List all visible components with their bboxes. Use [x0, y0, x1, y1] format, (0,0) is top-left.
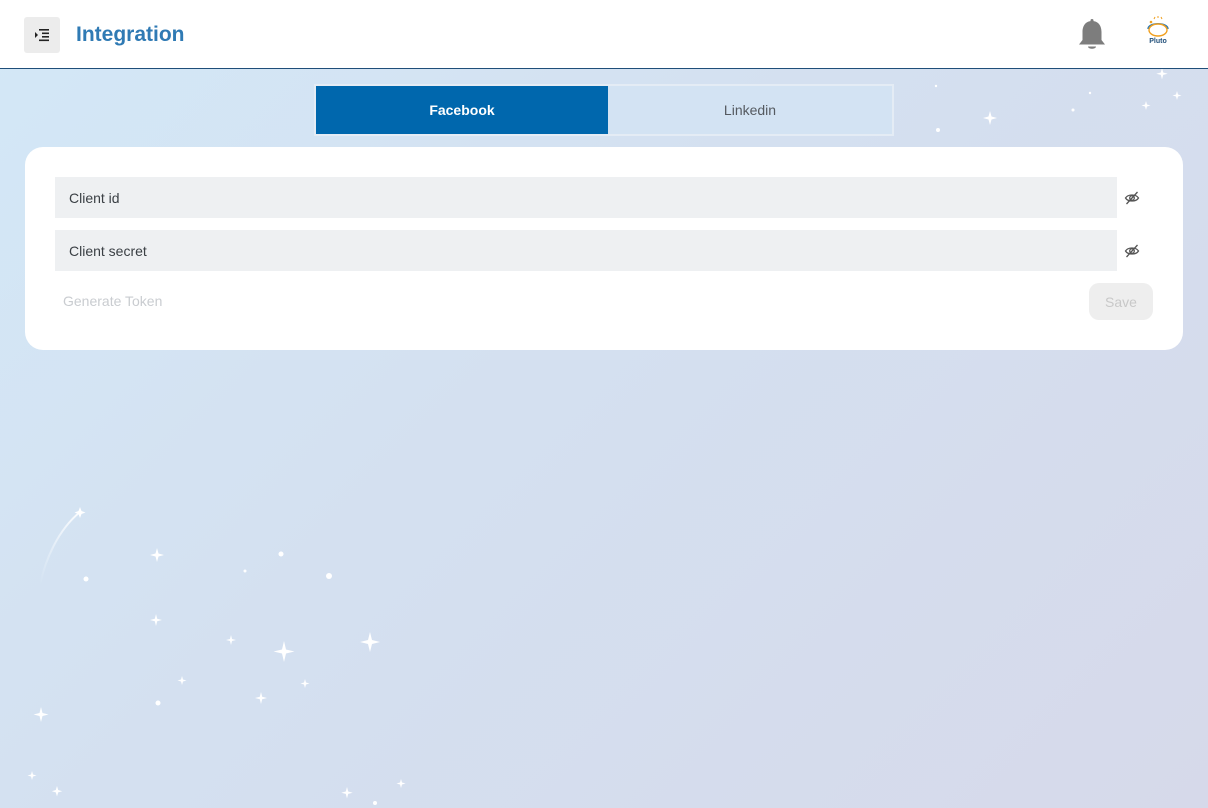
menu-indent-icon: [35, 29, 49, 42]
client-id-input[interactable]: [69, 189, 1117, 206]
integration-tabs: Facebook Linkedin: [314, 84, 894, 136]
client-id-field[interactable]: [55, 177, 1117, 218]
client-secret-field[interactable]: [55, 230, 1117, 271]
eye-slash-icon[interactable]: [1124, 190, 1140, 206]
generate-token-button[interactable]: Generate Token: [63, 293, 162, 309]
eye-slash-icon[interactable]: [1124, 243, 1140, 259]
integration-form-card: Generate Token Save: [25, 147, 1183, 350]
tab-linkedin[interactable]: Linkedin: [608, 86, 892, 134]
user-avatar[interactable]: Pluto: [1140, 16, 1176, 52]
top-bar: Integration Pluto: [0, 0, 1208, 69]
client-secret-input[interactable]: [69, 242, 1117, 259]
save-button[interactable]: Save: [1089, 283, 1153, 320]
page-title: Integration: [76, 23, 185, 46]
notifications-button[interactable]: [1076, 18, 1108, 52]
avatar-label: Pluto: [1149, 38, 1167, 45]
menu-toggle-button[interactable]: [24, 17, 60, 53]
tab-facebook[interactable]: Facebook: [316, 86, 608, 134]
bell-icon: [1079, 19, 1105, 49]
pluto-logo-icon: [1147, 16, 1169, 37]
